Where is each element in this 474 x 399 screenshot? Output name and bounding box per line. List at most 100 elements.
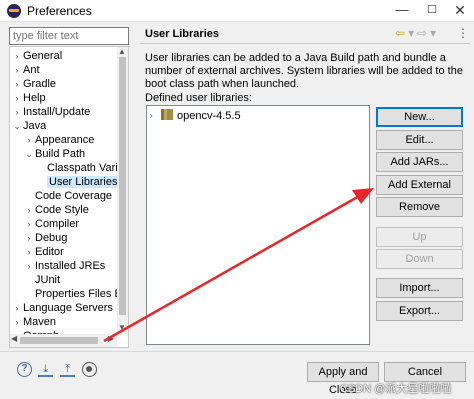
back-arrow-icon[interactable]: ⇦	[395, 26, 405, 40]
add-external-jars-button[interactable]: Add External JARs...	[376, 175, 463, 209]
tree-item-label: Code Style	[35, 204, 89, 216]
record-icon[interactable]	[82, 362, 97, 377]
tree-horizontal-scrollbar[interactable]: ◀ ▶	[10, 334, 117, 347]
chevron-right-icon[interactable]: ›	[150, 109, 153, 123]
tree-item-code-style[interactable]: › Code Style	[23, 203, 89, 217]
cancel-button[interactable]: Cancel	[384, 362, 466, 382]
tree-item-ant[interactable]: › Ant	[11, 63, 40, 77]
down-button[interactable]: Down	[376, 249, 463, 269]
scroll-right-arrow-icon[interactable]: ▶	[108, 334, 114, 343]
tree-item-label: Debug	[35, 232, 68, 244]
filter-input[interactable]	[9, 27, 129, 45]
tree-item-maven[interactable]: › Maven	[11, 315, 57, 329]
title-bar: Preferences — ☐ ✕	[0, 0, 474, 22]
chevron-right-icon[interactable]: ›	[23, 133, 35, 147]
tree-item-gradle[interactable]: › Gradle	[11, 77, 57, 91]
preferences-tree: › General › Ant › Gradle › Help › Install/Upd…	[9, 46, 129, 348]
scrollbar-thumb[interactable]	[119, 57, 126, 315]
chevron-right-icon[interactable]: ›	[23, 217, 35, 231]
tree-item-label: Gradle	[23, 78, 57, 90]
tree-item-label: Build Path	[35, 148, 86, 160]
minimize-button[interactable]: —	[388, 0, 416, 22]
chevron-right-icon[interactable]: ›	[11, 301, 23, 315]
tree-item-label: Compiler	[35, 218, 80, 230]
forward-arrow-icon[interactable]: ⇨	[417, 26, 427, 40]
tree-item-code-coverage[interactable]: Code Coverage	[23, 189, 112, 203]
apply-and-close-button[interactable]: Apply and Close	[307, 362, 379, 396]
tree-item-label: Install/Update	[23, 106, 91, 118]
chevron-right-icon[interactable]: ›	[23, 203, 35, 217]
tree-item-label: Properties Files Edi	[35, 288, 129, 300]
tree-item-build-path[interactable]: ⌄ Build Path	[23, 147, 85, 161]
chevron-right-icon[interactable]: ›	[23, 245, 35, 259]
add-jars-button[interactable]: Add JARs...	[376, 152, 463, 172]
more-options-icon[interactable]: ⋮	[457, 26, 469, 40]
import-button[interactable]: Import...	[376, 278, 463, 298]
tree-item-properties-files-editor[interactable]: Properties Files Edi	[23, 287, 129, 301]
navigation-arrows: ⇦ ▾ ⇨ ▾	[395, 26, 439, 40]
maximize-button[interactable]: ☐	[418, 0, 446, 22]
tree-item-classpath-variables[interactable]: Classpath Variab	[35, 161, 128, 175]
new-button[interactable]: New...	[376, 107, 463, 127]
page-description: User libraries can be added to a Java Bu…	[145, 52, 463, 90]
close-button[interactable]: ✕	[446, 0, 474, 22]
tree-item-debug[interactable]: › Debug	[23, 231, 68, 245]
scrollbar-thumb[interactable]	[20, 337, 98, 344]
tree-item-junit[interactable]: JUnit	[23, 273, 60, 287]
window-title: Preferences	[27, 4, 92, 18]
chevron-right-icon[interactable]: ›	[11, 315, 23, 329]
chevron-right-icon[interactable]: ›	[11, 63, 23, 77]
import-preferences-icon[interactable]: ⤓	[38, 362, 53, 377]
tree-item-label: Language Servers	[23, 302, 113, 314]
header-divider	[140, 43, 470, 44]
chevron-down-icon[interactable]: ⌄	[23, 147, 35, 161]
tree-item-label: Maven	[23, 316, 57, 328]
tree-item-install-update[interactable]: › Install/Update	[11, 105, 91, 119]
tree-item-installed-jres[interactable]: › Installed JREs	[23, 259, 106, 273]
page-title: User Libraries	[145, 28, 219, 40]
tree-item-label: Editor	[35, 246, 64, 258]
scroll-down-arrow-icon[interactable]: ▼	[118, 323, 126, 332]
tree-item-label: Code Coverage	[35, 190, 113, 202]
forward-menu-chevron-down-icon[interactable]: ▾	[430, 26, 436, 40]
tree-item-label: Help	[23, 92, 46, 104]
tree-item-help[interactable]: › Help	[11, 91, 46, 105]
chevron-down-icon[interactable]: ⌄	[11, 119, 23, 133]
library-item[interactable]: › opencv-4.5.5	[150, 109, 241, 123]
tree-item-label: Ant	[23, 64, 40, 76]
chevron-right-icon[interactable]: ›	[23, 231, 35, 245]
library-icon	[161, 109, 173, 120]
tree-item-general[interactable]: › General	[11, 49, 63, 63]
tree-item-editor[interactable]: › Editor	[23, 245, 64, 259]
tree-item-compiler[interactable]: › Compiler	[23, 217, 80, 231]
footer-divider	[0, 351, 474, 352]
chevron-right-icon[interactable]: ›	[11, 77, 23, 91]
back-menu-chevron-down-icon[interactable]: ▾	[408, 26, 414, 40]
chevron-right-icon[interactable]: ›	[11, 49, 23, 63]
tree-item-label: General	[23, 50, 63, 62]
help-icon[interactable]: ?	[17, 362, 32, 377]
watermark: CSDN @派大星啦啦啦	[340, 383, 452, 395]
tree-vertical-scrollbar[interactable]: ▲ ▼	[117, 47, 128, 333]
export-preferences-icon[interactable]: ⤒	[60, 362, 75, 377]
library-name: opencv-4.5.5	[177, 110, 241, 122]
chevron-right-icon[interactable]: ›	[11, 105, 23, 119]
export-button[interactable]: Export...	[376, 301, 463, 321]
edit-button[interactable]: Edit...	[376, 130, 463, 150]
tree-item-label: Appearance	[35, 134, 95, 146]
defined-libraries-label: Defined user libraries:	[145, 92, 252, 104]
tree-item-label: User Libraries	[47, 176, 120, 188]
up-button[interactable]: Up	[376, 227, 463, 247]
tree-item-user-libraries[interactable]: User Libraries	[35, 175, 120, 189]
scroll-left-arrow-icon[interactable]: ◀	[11, 334, 17, 343]
tree-item-label: JUnit	[35, 274, 61, 286]
tree-item-appearance[interactable]: › Appearance	[23, 133, 95, 147]
scroll-up-arrow-icon[interactable]: ▲	[118, 47, 126, 56]
chevron-right-icon[interactable]: ›	[11, 91, 23, 105]
tree-item-label: Installed JREs	[35, 260, 106, 272]
remove-button[interactable]: Remove	[376, 197, 463, 217]
tree-item-language-servers[interactable]: › Language Servers	[11, 301, 113, 315]
chevron-right-icon[interactable]: ›	[23, 259, 35, 273]
user-libraries-list[interactable]: › opencv-4.5.5	[146, 105, 370, 345]
tree-item-java[interactable]: ⌄ Java	[11, 119, 46, 133]
